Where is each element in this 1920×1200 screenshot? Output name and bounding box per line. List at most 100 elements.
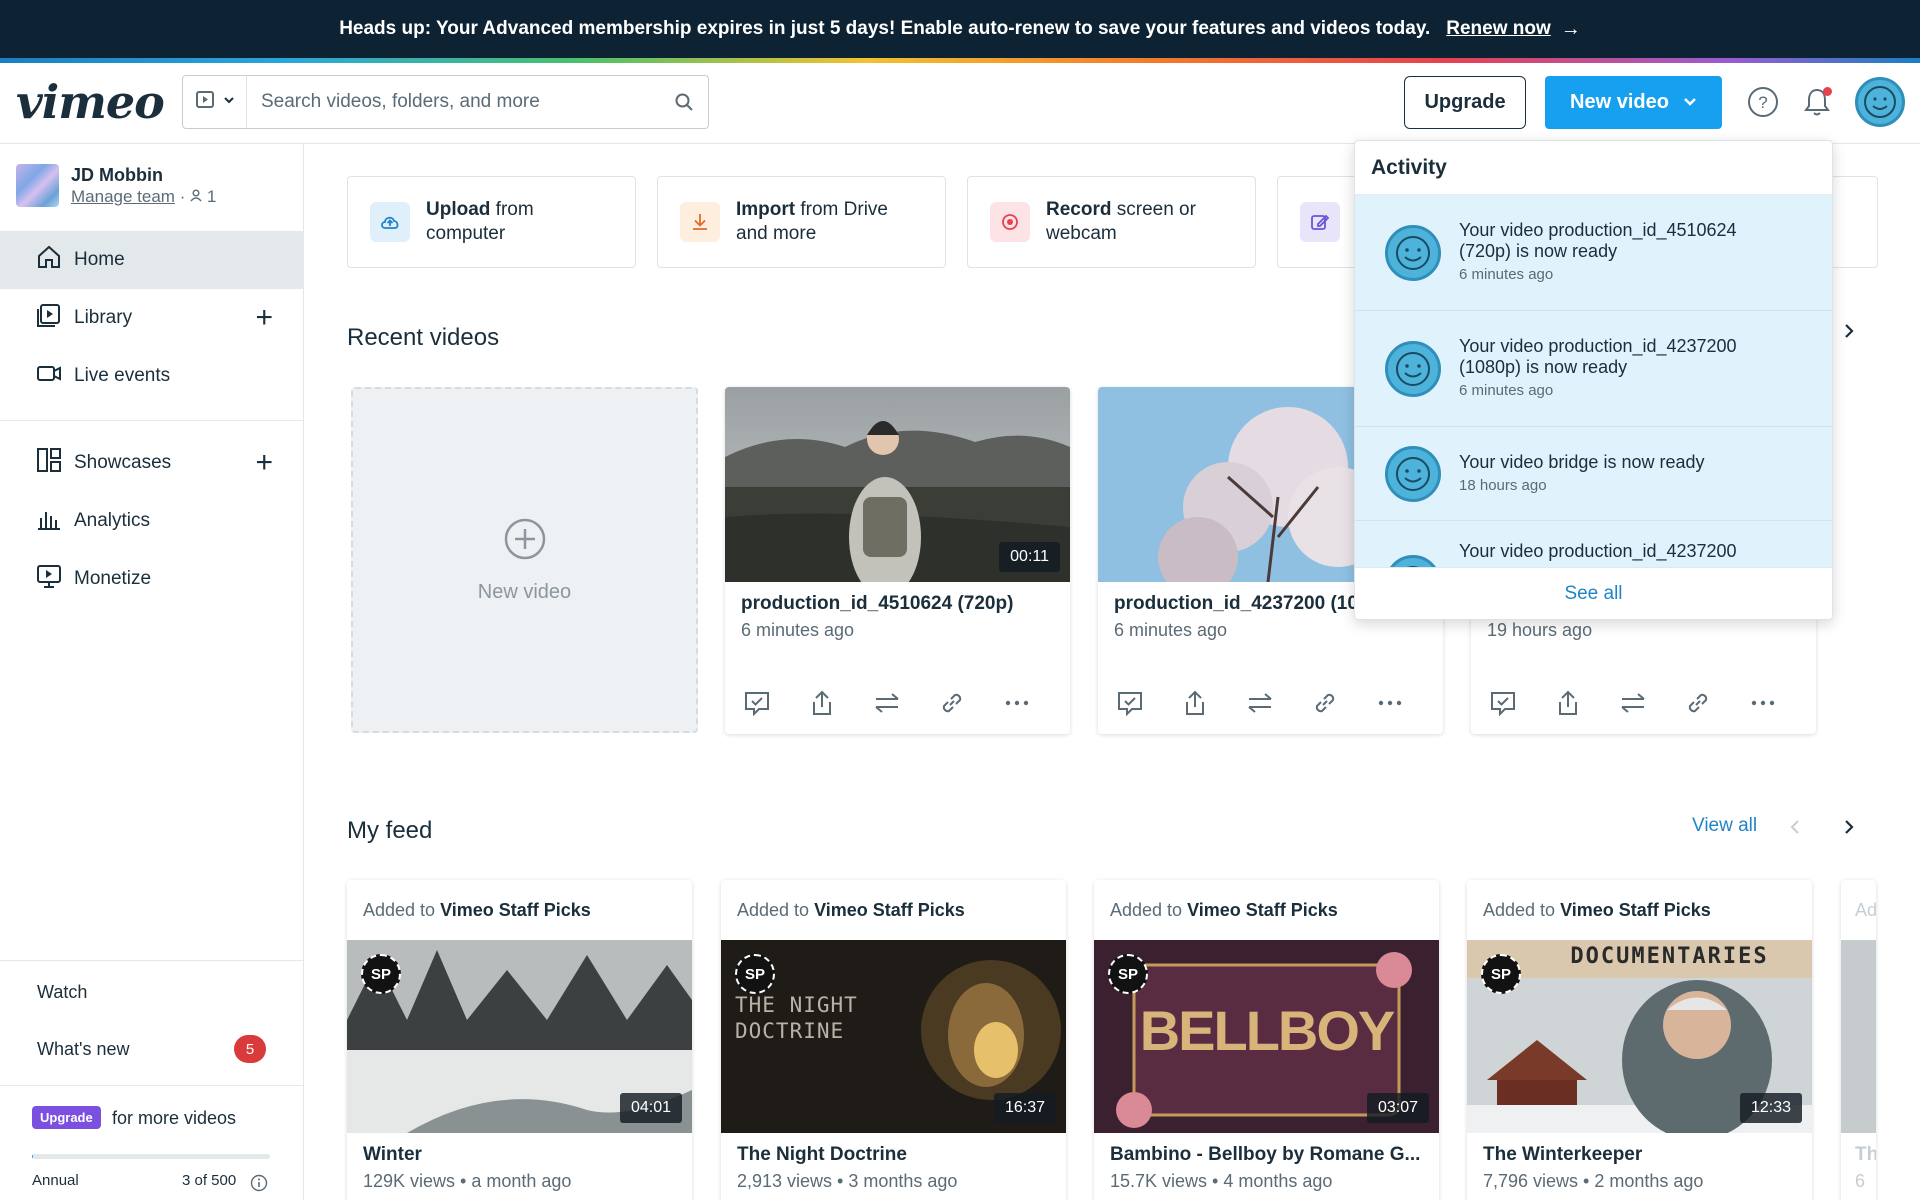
renew-now-link[interactable]: Renew now	[1446, 18, 1551, 40]
activity-list[interactable]: Your video production_id_4510624 (720p) …	[1355, 195, 1832, 569]
review-icon[interactable]	[1114, 687, 1146, 719]
link-icon[interactable]	[1309, 687, 1341, 719]
feed-video-meta: 129K views • a month ago	[363, 1171, 572, 1191]
channel-link[interactable]: Vimeo Staff Picks	[1187, 900, 1338, 921]
video-timestamp: 6 minutes ago	[1114, 620, 1228, 640]
user-avatar[interactable]	[1855, 77, 1905, 127]
search-scope-dropdown[interactable]	[183, 76, 247, 128]
sidebar-item-label: Monetize	[74, 568, 152, 589]
new-video-card[interactable]: New video	[351, 387, 698, 733]
new-video-button[interactable]: New video	[1545, 76, 1722, 129]
sidebar-item-analytics[interactable]: Analytics	[0, 492, 303, 550]
notification-bell-icon[interactable]	[1800, 85, 1834, 119]
monetize-icon	[36, 563, 62, 595]
add-library-plus-icon[interactable]: +	[255, 303, 273, 333]
more-options-icon[interactable]	[1374, 687, 1406, 719]
activity-message: Your video production_id_4237200	[1459, 541, 1737, 561]
sidebar-item-showcases[interactable]: Showcases +	[0, 434, 303, 492]
video-title[interactable]: production_id_4510624 (720p)	[741, 593, 1013, 615]
add-showcase-plus-icon[interactable]: +	[255, 448, 273, 478]
feed-thumbnail[interactable]: SP 04:01	[347, 940, 692, 1133]
feed-video-meta: 15.7K views • 4 months ago	[1110, 1171, 1333, 1191]
replace-icon[interactable]	[1244, 687, 1276, 719]
help-icon[interactable]: ?	[1746, 85, 1780, 119]
activity-item[interactable]: Your video production_id_4237200 (1080p)…	[1355, 311, 1832, 427]
link-icon[interactable]	[936, 687, 968, 719]
activity-message: Your video bridge is now ready	[1459, 451, 1705, 472]
chevron-right-icon[interactable]	[1842, 816, 1856, 842]
video-card[interactable]: 00:11 production_id_4510624 (720p) 6 min…	[725, 387, 1070, 734]
feed-video-title[interactable]: Th	[1855, 1144, 1876, 1166]
feed-thumbnail[interactable]: DOCUMENTARIES SP 12:33	[1467, 940, 1812, 1133]
view-all-link[interactable]: View all	[1692, 815, 1757, 837]
more-options-icon[interactable]	[1001, 687, 1033, 719]
info-icon[interactable]	[250, 1174, 268, 1197]
share-icon[interactable]	[1552, 687, 1584, 719]
chevron-right-icon[interactable]	[1842, 320, 1856, 346]
feed-card[interactable]: Added to Vimeo Staff Picks SP 04:01 Winte…	[347, 880, 692, 1200]
replace-icon[interactable]	[871, 687, 903, 719]
activity-item[interactable]: Your video production_id_4237200	[1355, 521, 1832, 569]
feed-card[interactable]: Added to Vimeo Staff Picks DOCUMENTARIES …	[1467, 880, 1812, 1200]
channel-link[interactable]: Vimeo Staff Picks	[814, 900, 965, 921]
feed-video-title[interactable]: Winter	[363, 1144, 683, 1166]
upload-from-computer-card[interactable]: Upload from computer	[347, 176, 636, 268]
see-all-link[interactable]: See all	[1355, 567, 1832, 619]
import-from-drive-card[interactable]: Import from Drive and more	[657, 176, 946, 268]
search-input[interactable]	[247, 91, 660, 113]
channel-link[interactable]: Vimeo Staff Picks	[440, 900, 591, 921]
replace-icon[interactable]	[1617, 687, 1649, 719]
activity-time: 6 minutes ago	[1459, 266, 1554, 283]
share-icon[interactable]	[806, 687, 838, 719]
more-options-icon[interactable]	[1747, 687, 1779, 719]
recent-videos-title: Recent videos	[347, 324, 500, 351]
record-screen-card[interactable]: Record screen or webcam	[967, 176, 1256, 268]
activity-item[interactable]: Your video production_id_4510624 (720p) …	[1355, 195, 1832, 311]
feed-video-title[interactable]: Bambino - Bellboy by Romane G...	[1110, 1144, 1430, 1166]
feed-thumbnail[interactable]: BELLBOY SP 03:07	[1094, 940, 1439, 1133]
sidebar-item-live-events[interactable]: Live events	[0, 347, 303, 405]
feed-video-title[interactable]: The Night Doctrine	[737, 1144, 1057, 1166]
link-icon[interactable]	[1682, 687, 1714, 719]
chevron-left-icon[interactable]	[1788, 816, 1802, 842]
feed-card-partial[interactable]: Ad Th 6	[1841, 880, 1876, 1200]
manage-team-link[interactable]: Manage team	[71, 187, 175, 206]
plan-label: Annual	[32, 1172, 79, 1189]
channel-link[interactable]: Vimeo Staff Picks	[1560, 900, 1711, 921]
team-switcher[interactable]: JD Mobbin Manage team · 1	[16, 164, 216, 208]
feed-card[interactable]: Added to Vimeo Staff Picks THE NIGHT DOCT…	[721, 880, 1066, 1200]
watch-link[interactable]: Watch	[37, 982, 87, 1003]
feed-card-source: Added to Vimeo Staff Picks	[363, 899, 591, 921]
search-icon[interactable]	[660, 92, 708, 112]
upgrade-pill-button[interactable]: Upgrade	[32, 1106, 101, 1129]
top-header: vimeo Upgrade New video ?	[0, 63, 1920, 144]
whats-new-link[interactable]: What's new	[37, 1039, 129, 1060]
feed-card-source: Added to Vimeo Staff Picks	[737, 899, 965, 921]
arrow-right-icon[interactable]: →	[1561, 18, 1581, 41]
vimeo-logo[interactable]: vimeo	[16, 75, 165, 129]
video-thumbnail[interactable]: 00:11	[725, 387, 1070, 597]
feed-thumbnail[interactable]: THE NIGHT DOCTRINE SP 16:37	[721, 940, 1066, 1133]
upgrade-button[interactable]: Upgrade	[1404, 76, 1526, 129]
more-actions-card-partial[interactable]	[1830, 176, 1878, 268]
chevron-down-icon	[223, 93, 235, 111]
activity-item[interactable]: Your video bridge is now ready 18 hours a…	[1355, 427, 1832, 521]
home-icon	[36, 244, 62, 276]
search-bar	[182, 75, 709, 129]
thumbnail-title-overlay: THE NIGHT DOCTRINE	[735, 993, 858, 1043]
sidebar-item-home[interactable]: Home	[0, 231, 303, 289]
review-icon[interactable]	[1487, 687, 1519, 719]
feed-video-meta: 7,796 views • 2 months ago	[1483, 1171, 1704, 1191]
thumbnail-title-overlay: BELLBOY	[1139, 999, 1396, 1062]
review-icon[interactable]	[741, 687, 773, 719]
feed-card[interactable]: Added to Vimeo Staff Picks BELLBOY SP 03:…	[1094, 880, 1439, 1200]
share-icon[interactable]	[1179, 687, 1211, 719]
sidebar-item-library[interactable]: Library +	[0, 289, 303, 347]
feed-thumbnail[interactable]	[1841, 940, 1876, 1133]
divider	[0, 420, 303, 421]
sidebar-item-monetize[interactable]: Monetize	[0, 550, 303, 608]
video-timestamp: 19 hours ago	[1487, 620, 1593, 640]
create-card-partial[interactable]	[1277, 176, 1357, 268]
chevron-down-icon	[1683, 91, 1697, 114]
feed-video-title[interactable]: The Winterkeeper	[1483, 1144, 1803, 1166]
